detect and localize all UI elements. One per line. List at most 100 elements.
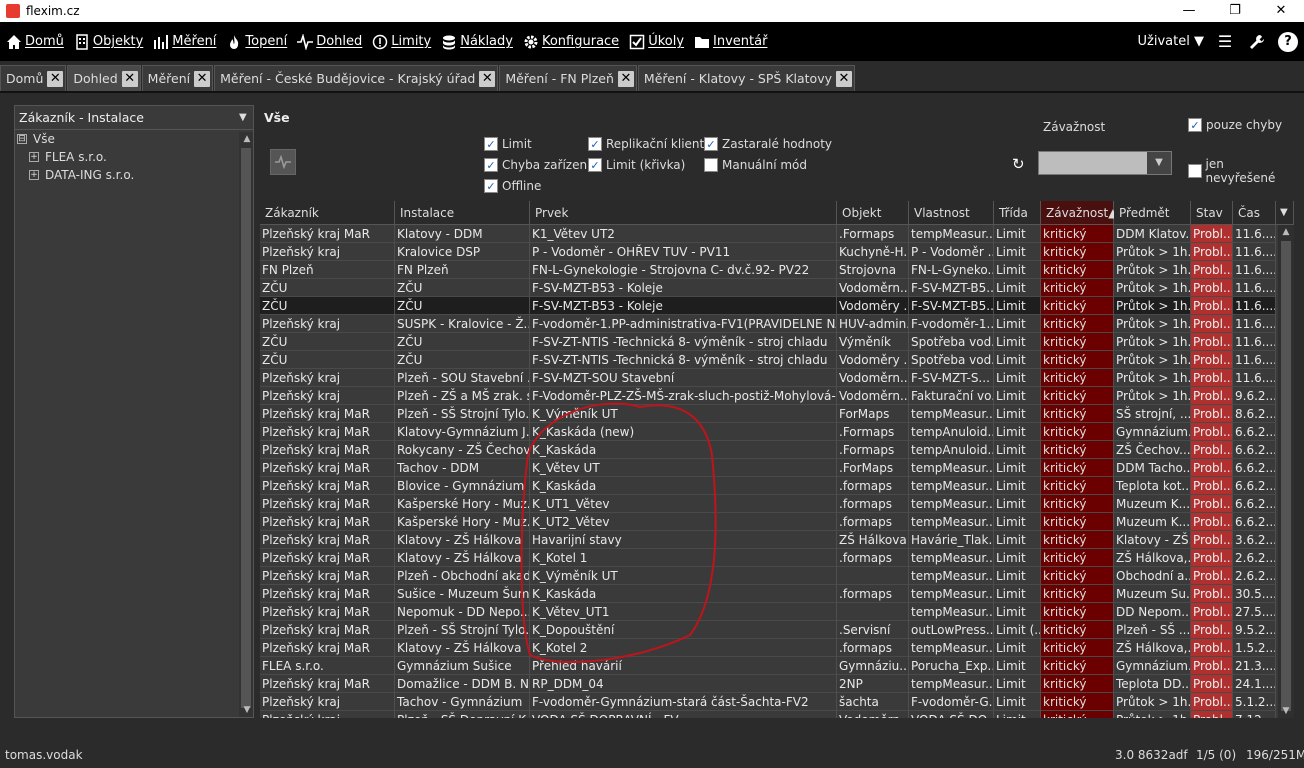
col-header-installation[interactable]: Instalace xyxy=(395,201,530,225)
table-row[interactable]: Plzeňský kraj MaR Domažlice - DDM B. N...… xyxy=(260,675,1276,693)
filter-checkbox[interactable]: Manuální mód xyxy=(704,158,807,172)
table-row[interactable]: Plzeňský kraj MaR Sušice - Muzeum Šum... K… xyxy=(260,585,1276,603)
scroll-up-icon[interactable]: ▲ xyxy=(239,132,255,146)
col-header-severity[interactable]: Závažnost▲ xyxy=(1041,201,1117,225)
table-row[interactable]: Plzeňský kraj MaR Rokycany - ZŠ Čechov...… xyxy=(260,441,1276,459)
table-row[interactable]: Plzeňský kraj MaR Klatovy - ZŠ Hálkova Hav… xyxy=(260,531,1276,549)
col-header-object[interactable]: Objekt xyxy=(837,201,909,225)
menu-gear[interactable]: Konfigurace xyxy=(517,22,623,61)
table-row[interactable]: Plzeňský kraj Kralovice DSP P - Vodoměr - … xyxy=(260,243,1276,261)
menu-bar-chart[interactable]: Měření xyxy=(147,22,220,61)
checkbox-unresolved-box[interactable] xyxy=(1188,164,1202,178)
table-row[interactable]: FLEA s.r.o. Gymnázium Sušice Přehled havár… xyxy=(260,657,1276,675)
tree-node[interactable]: ⊟ Vše xyxy=(15,130,253,148)
tab-5[interactable]: Měření - Klatovy - SPŠ Klatovy ✕ xyxy=(637,65,855,91)
tree-scrollbar[interactable]: ▲ ▼ xyxy=(239,132,253,717)
tree-header[interactable]: Zákazník - Instalace ▼ xyxy=(15,106,253,130)
table-row[interactable]: Plzeňský kraj MaR Tachov - DDM K_Větev UT.… xyxy=(260,459,1276,477)
tab-4[interactable]: Měření - FN Plzeň ✕ xyxy=(499,65,637,91)
checkbox-box[interactable]: ✓ xyxy=(588,158,602,172)
filter-checkbox[interactable]: ✓ Zastaralé hodnoty xyxy=(704,137,832,151)
table-row[interactable]: Plzeňský kraj MaR Plzeň - Obchodní akad..… xyxy=(260,567,1276,585)
table-row[interactable]: Plzeňský kraj MaR Plzeň - SŠ Strojní Tylo… xyxy=(260,621,1276,639)
chevron-down-icon[interactable]: ▼ xyxy=(1147,152,1171,174)
table-row[interactable]: Plzeňský kraj MaR Kašperské Hory - Muz...… xyxy=(260,495,1276,513)
table-row[interactable]: Plzeňský kraj Tachov - Gymnázium F-vodoměr… xyxy=(260,693,1276,711)
col-header-customer[interactable]: Zákazník xyxy=(260,201,395,225)
pulse-button[interactable] xyxy=(270,149,296,175)
table-row[interactable]: Plzeňský kraj MaR Plzeň - SŠ Strojní Tylo… xyxy=(260,405,1276,423)
col-header-subject[interactable]: Předmět xyxy=(1114,201,1191,225)
col-header-time[interactable]: Čas xyxy=(1233,201,1276,225)
table-row[interactable]: Plzeňský krajPlzeň - SŠ Dopravní K...VOD… xyxy=(260,711,1276,718)
filter-checkbox[interactable]: ✓ Limit (křivka) xyxy=(588,158,685,172)
col-header-element[interactable]: Prvek xyxy=(530,201,837,225)
tab-3[interactable]: Měření - České Budějovice - Krajský úřad… xyxy=(214,65,499,91)
tree-node[interactable]: + FLEA s.r.o. xyxy=(15,148,253,166)
list-icon[interactable]: ☰ xyxy=(1214,31,1236,53)
tab-2[interactable]: Měření ✕ xyxy=(141,65,214,91)
menu-folder[interactable]: Inventář xyxy=(688,22,771,61)
refresh-icon[interactable]: ↻ xyxy=(1012,155,1025,173)
col-header-state[interactable]: Stav xyxy=(1191,201,1233,225)
table-row[interactable]: Plzeňský kraj MaR Blovice - Gymnázium K_Ka… xyxy=(260,477,1276,495)
table-row[interactable]: ZČU ZČU F-SV-MZT-B53 - Koleje Vodoměry ... F… xyxy=(260,297,1276,315)
table-row[interactable]: Plzeňský kraj MaR Nepomuk - DD Nepo... K_V… xyxy=(260,603,1276,621)
table-row[interactable]: Plzeňský kraj MaR Klatovy - DDM K1_Větev U… xyxy=(260,225,1276,243)
close-icon[interactable]: ✕ xyxy=(121,70,138,87)
expand-icon[interactable]: + xyxy=(29,152,39,162)
close-icon[interactable]: ✕ xyxy=(617,70,634,87)
checkbox-only-errors-box[interactable]: ✓ xyxy=(1188,118,1202,132)
menu-flame[interactable]: Topení xyxy=(220,22,291,61)
table-scroll-thumb[interactable] xyxy=(1281,241,1291,711)
table-row[interactable]: Plzeňský kraj MaR Klatovy - ZŠ Hálkova K_K… xyxy=(260,549,1276,567)
close-icon[interactable]: ✕ xyxy=(836,70,852,87)
close-icon[interactable]: ✕ xyxy=(479,70,496,87)
checkbox-box[interactable]: ✓ xyxy=(704,137,718,151)
scroll-down-icon[interactable]: ▼ xyxy=(1278,704,1294,718)
menu-building[interactable]: Objekty xyxy=(68,22,147,61)
only-errors-checkbox[interactable]: ✓ pouze chyby xyxy=(1188,118,1282,132)
table-row[interactable]: FN Plzeň FN Plzeň FN-L-Gynekologie - Stroj… xyxy=(260,261,1276,279)
expand-icon[interactable]: ⊟ xyxy=(17,134,27,144)
wrench-icon[interactable] xyxy=(1246,31,1268,53)
help-icon[interactable]: ? xyxy=(1278,31,1298,52)
menu-coins[interactable]: Náklady xyxy=(435,22,517,61)
table-row[interactable]: ZČU ZČU F-SV-ZT-NTIS -Technická 8- výměník… xyxy=(260,351,1276,369)
close-icon[interactable]: ✕ xyxy=(194,70,211,87)
table-row[interactable]: Plzeňský kraj Plzeň - SOU Stavební ... F-S… xyxy=(260,369,1276,387)
table-row[interactable]: Plzeňský kraj Plzeň - ZŠ a MŠ zrak. s... F… xyxy=(260,387,1276,405)
table-row[interactable]: Plzeňský kraj MaR Klatovy - ZŠ Hálkova K_K… xyxy=(260,639,1276,657)
table-scrollbar[interactable]: ▲ ▼ xyxy=(1278,225,1294,718)
close-window-button[interactable]: ✕ xyxy=(1258,0,1304,22)
checkbox-box[interactable]: ✓ xyxy=(484,158,498,172)
menu-home[interactable]: Domů xyxy=(0,22,68,61)
filter-checkbox[interactable]: ✓ Chyba zařízení xyxy=(484,158,590,172)
tab-0[interactable]: Domů ✕ xyxy=(0,65,67,91)
severity-select[interactable]: ▼ xyxy=(1038,151,1172,175)
table-row[interactable]: ZČU ZČU F-SV-ZT-NTIS -Technická 8- výměník… xyxy=(260,333,1276,351)
expand-icon[interactable]: + xyxy=(29,170,39,180)
scroll-up-icon[interactable]: ▲ xyxy=(1278,225,1294,239)
close-icon[interactable]: ✕ xyxy=(47,70,64,87)
tree-scroll-thumb[interactable] xyxy=(241,148,251,708)
menu-pulse[interactable]: Dohled xyxy=(291,22,366,61)
table-row[interactable]: Plzeňský kraj MaR Kašperské Hory - Muz...… xyxy=(260,513,1276,531)
table-row[interactable]: Plzeňský kraj MaR Klatovy-Gymnázium J... K… xyxy=(260,423,1276,441)
checkbox-box[interactable]: ✓ xyxy=(484,137,498,151)
filter-checkbox[interactable]: ✓ Offline xyxy=(484,179,541,193)
col-header-class[interactable]: Třída xyxy=(994,201,1041,225)
table-row[interactable]: ZČU ZČU F-SV-MZT-B53 - Koleje Vodoměrn... F-… xyxy=(260,279,1276,297)
checkbox-box[interactable]: ✓ xyxy=(484,179,498,193)
unresolved-checkbox[interactable]: jen nevyřešené xyxy=(1188,157,1294,185)
col-header-property[interactable]: Vlastnost xyxy=(909,201,994,225)
chevron-down-icon[interactable]: ▼ xyxy=(239,112,253,123)
minimize-button[interactable]: — xyxy=(1166,0,1212,22)
checkbox-box[interactable] xyxy=(704,158,718,172)
maximize-button[interactable]: ❐ xyxy=(1212,0,1258,22)
tree-node[interactable]: + DATA-ING s.r.o. xyxy=(15,166,253,184)
menu-info-circle[interactable]: Limity xyxy=(366,22,435,61)
table-row[interactable]: Plzeňský kraj SUSPK - Kralovice - Ž... F-v… xyxy=(260,315,1276,333)
menu-checkbox[interactable]: Úkoly xyxy=(623,22,688,61)
column-menu-icon[interactable]: ▼ xyxy=(1276,201,1294,225)
